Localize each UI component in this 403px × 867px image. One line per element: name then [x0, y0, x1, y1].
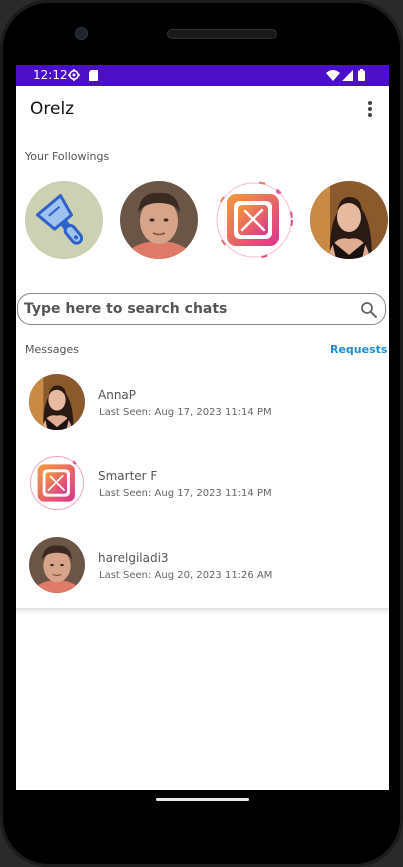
chat-name: Smarter F: [98, 469, 158, 483]
front-camera: [75, 27, 88, 40]
chat-row-harelgiladi3[interactable]: harelgiladi3 Last Seen: Aug 20, 2023 11:…: [16, 537, 389, 607]
status-bar: 12:12: [16, 65, 389, 86]
search-icon[interactable]: [360, 301, 377, 318]
search-placeholder: Type here to search chats: [24, 301, 228, 317]
putty-knife-icon: [25, 181, 103, 259]
gear-icon: [68, 69, 80, 81]
more-vert-icon[interactable]: [364, 100, 376, 120]
chat-avatar: [29, 455, 85, 511]
chat-avatar: [29, 374, 85, 430]
app-title: Orelz: [30, 99, 75, 119]
woman-portrait-icon: [310, 181, 388, 259]
chat-name: harelgiladi3: [98, 551, 169, 565]
sd-card-icon: [89, 70, 98, 81]
followings-heading: Your Followings: [25, 150, 110, 163]
following-avatar-1[interactable]: [25, 181, 103, 259]
restaurant-app-icon: [29, 455, 85, 511]
chat-last-seen: Last Seen: Aug 17, 2023 11:14 PM: [99, 407, 272, 418]
man-portrait-icon: [120, 181, 198, 259]
home-indicator[interactable]: [156, 798, 249, 801]
restaurant-app-icon: [215, 181, 293, 259]
earpiece-speaker: [167, 29, 277, 39]
woman-portrait-icon: [29, 374, 85, 430]
following-avatar-2[interactable]: [120, 181, 198, 259]
following-avatar-3[interactable]: [215, 181, 293, 259]
man-portrait-icon: [29, 537, 85, 593]
requests-link[interactable]: Requests: [330, 343, 387, 356]
chat-name: AnnaP: [98, 388, 137, 402]
chat-last-seen: Last Seen: Aug 17, 2023 11:14 PM: [99, 488, 272, 499]
battery-icon: [358, 69, 365, 81]
app-bar: Orelz: [16, 86, 389, 134]
signal-icon: [342, 70, 353, 81]
list-divider: [16, 608, 389, 610]
wifi-icon: [326, 70, 340, 81]
search-chats-field[interactable]: Type here to search chats: [17, 293, 386, 325]
chat-row-smarter-f[interactable]: Smarter F Last Seen: Aug 17, 2023 11:14 …: [16, 455, 389, 525]
chat-last-seen: Last Seen: Aug 20, 2023 11:26 AM: [99, 570, 273, 581]
messages-heading: Messages: [25, 343, 79, 356]
app-screen: 12:12 Orelz Your Followings Type here to…: [16, 65, 389, 790]
chat-avatar: [29, 537, 85, 593]
status-time: 12:12: [33, 68, 68, 82]
chat-row-annap[interactable]: AnnaP Last Seen: Aug 17, 2023 11:14 PM: [16, 374, 389, 444]
following-avatar-4[interactable]: [310, 181, 388, 259]
